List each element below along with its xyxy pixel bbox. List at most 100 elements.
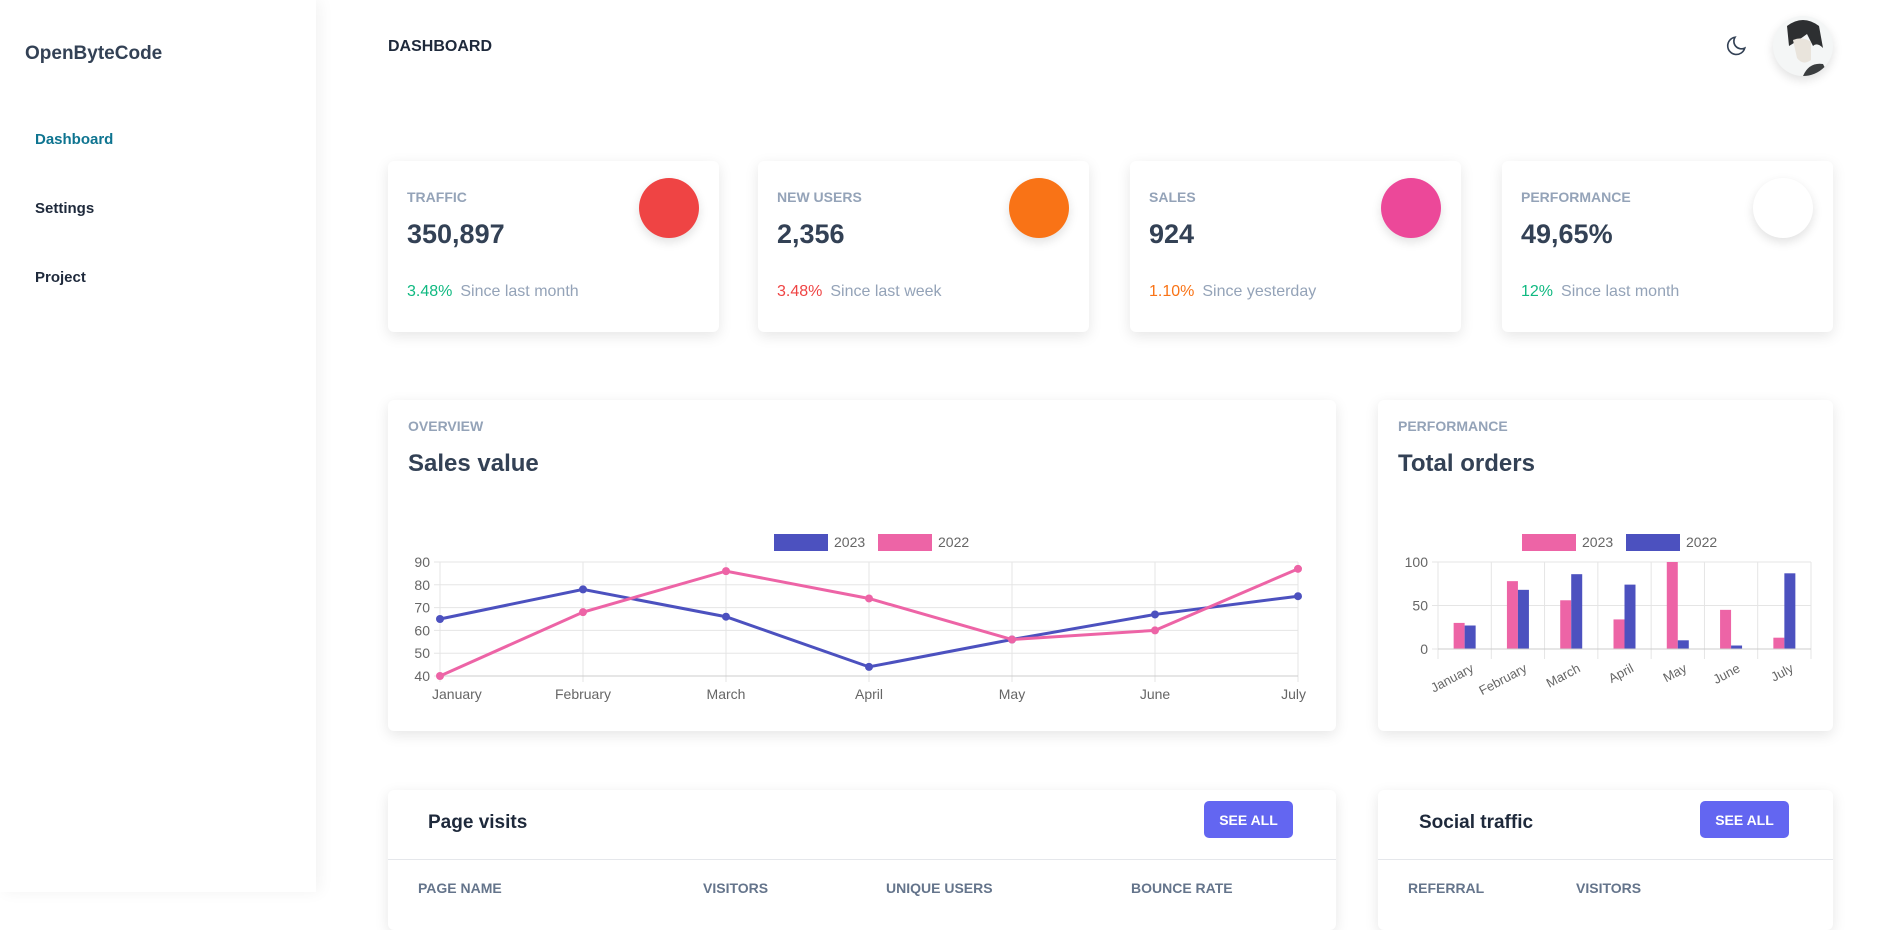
column-header: UNIQUE USERS — [886, 880, 993, 896]
divider — [1378, 859, 1833, 860]
legend-swatch — [1626, 534, 1680, 551]
column-header: BOUNCE RATE — [1131, 880, 1233, 896]
bar — [1464, 625, 1476, 649]
column-header: VISITORS — [703, 880, 769, 896]
divider — [388, 859, 1336, 860]
stat-period: Since last week — [830, 283, 942, 300]
y-tick-label: 100 — [1405, 554, 1429, 570]
bar — [1517, 589, 1529, 649]
bar — [1453, 622, 1465, 649]
legend-label: 2022 — [1686, 534, 1717, 550]
stat-card: PERFORMANCE 49,65% 12% Since last month — [1502, 161, 1833, 332]
stat-change: 12% — [1521, 283, 1554, 300]
bar — [1613, 619, 1625, 649]
x-tick-label: May — [1660, 660, 1689, 685]
x-tick-label: March — [1544, 660, 1583, 690]
data-point — [579, 608, 587, 617]
x-tick-label: January — [432, 686, 482, 702]
x-tick-label: February — [555, 686, 611, 702]
social-traffic-see-all-button[interactable]: SEE ALL — [1700, 801, 1789, 838]
data-point — [1151, 626, 1159, 635]
y-tick-label: 50 — [414, 645, 430, 661]
sales-line-chart: 40 50 60 70 80 90 January February March April May… — [414, 534, 1306, 702]
x-tick-label: May — [999, 686, 1025, 702]
y-tick-label: 80 — [414, 577, 430, 593]
stat-footer: 3.48% Since last week — [777, 283, 942, 301]
stat-change: 1.10% — [1149, 283, 1195, 300]
x-tick-label: July — [1281, 686, 1306, 702]
stat-card: NEW USERS 2,356 3.48% Since last week — [758, 161, 1089, 332]
logo[interactable]: OpenByteCode — [25, 43, 162, 65]
legend-label: 2023 — [1582, 534, 1613, 550]
sidebar-item-project[interactable]: Project — [35, 269, 86, 286]
data-point — [1294, 592, 1302, 601]
x-tick-label: March — [707, 686, 746, 702]
sidebar: OpenByteCode Dashboard Settings Project — [0, 0, 316, 892]
stat-period: Since yesterday — [1202, 283, 1317, 300]
x-tick-label: April — [855, 686, 883, 702]
stat-period: Since last month — [1561, 283, 1680, 300]
legend-label: 2023 — [834, 534, 865, 550]
y-tick-label: 40 — [414, 668, 430, 684]
x-tick-label: June — [1711, 660, 1743, 686]
bar — [1677, 640, 1689, 649]
x-tick-label: June — [1140, 686, 1171, 702]
column-header: VISITORS — [1576, 880, 1642, 896]
y-tick-label: 50 — [1412, 598, 1428, 614]
stat-period: Since last month — [460, 283, 579, 300]
y-tick-label: 0 — [1420, 641, 1428, 657]
x-tick-label: January — [1428, 660, 1476, 695]
x-tick-label: February — [1476, 660, 1529, 698]
legend-label: 2022 — [938, 534, 969, 550]
legend-swatch — [878, 534, 932, 551]
x-tick-label: April — [1606, 660, 1636, 686]
data-point — [436, 672, 444, 680]
bar — [1571, 574, 1583, 649]
stat-value: 2,356 — [777, 219, 845, 249]
stat-change: 3.48% — [407, 283, 453, 300]
data-point — [722, 567, 730, 576]
data-point — [436, 615, 444, 623]
sales-value-card: OVERVIEW Sales value 40 50 60 70 80 90 January… — [388, 400, 1336, 731]
bar — [1784, 573, 1796, 649]
stat-footer: 1.10% Since yesterday — [1149, 283, 1316, 301]
moon-icon[interactable] — [1722, 34, 1748, 60]
social-traffic-card: Social traffic SEE ALL REFERRAL VISITORS — [1378, 790, 1833, 930]
stat-icon — [639, 178, 699, 238]
bar — [1560, 600, 1572, 649]
orders-bar-chart: 0 50 100 January February March April May June Ju… — [1405, 534, 1812, 698]
data-point — [865, 594, 873, 603]
data-point — [722, 612, 730, 621]
stat-label: PERFORMANCE — [1521, 189, 1631, 205]
legend-swatch — [1522, 534, 1576, 551]
bar — [1666, 562, 1678, 649]
bar — [1624, 584, 1636, 649]
stat-label: NEW USERS — [777, 189, 862, 205]
bar — [1773, 637, 1785, 649]
stat-value: 49,65% — [1521, 219, 1613, 249]
sidebar-item-dashboard[interactable]: Dashboard — [35, 131, 113, 148]
page-visits-card: Page visits SEE ALL PAGE NAME VISITORS U… — [388, 790, 1336, 930]
stat-label: SALES — [1149, 189, 1196, 205]
data-point — [1008, 635, 1016, 644]
x-tick-label: July — [1768, 660, 1796, 684]
page-title: DASHBOARD — [388, 38, 492, 55]
column-header: REFERRAL — [1408, 880, 1485, 896]
stat-footer: 12% Since last month — [1521, 283, 1679, 301]
bar — [1731, 645, 1743, 649]
y-tick-label: 70 — [414, 600, 430, 616]
avatar[interactable] — [1773, 16, 1833, 76]
data-point — [579, 585, 587, 594]
stat-label: TRAFFIC — [407, 189, 467, 205]
sidebar-item-settings[interactable]: Settings — [35, 200, 94, 217]
bar — [1506, 581, 1518, 649]
stat-card: TRAFFIC 350,897 3.48% Since last month — [388, 161, 719, 332]
page-visits-see-all-button[interactable]: SEE ALL — [1204, 801, 1293, 838]
stat-change: 3.48% — [777, 283, 823, 300]
data-point — [1294, 564, 1302, 573]
column-header: PAGE NAME — [418, 880, 502, 896]
stat-icon — [1381, 178, 1441, 238]
total-orders-card: PERFORMANCE Total orders 0 50 100 January Fe… — [1378, 400, 1833, 731]
stat-value: 924 — [1149, 219, 1195, 249]
stat-value: 350,897 — [407, 219, 505, 249]
